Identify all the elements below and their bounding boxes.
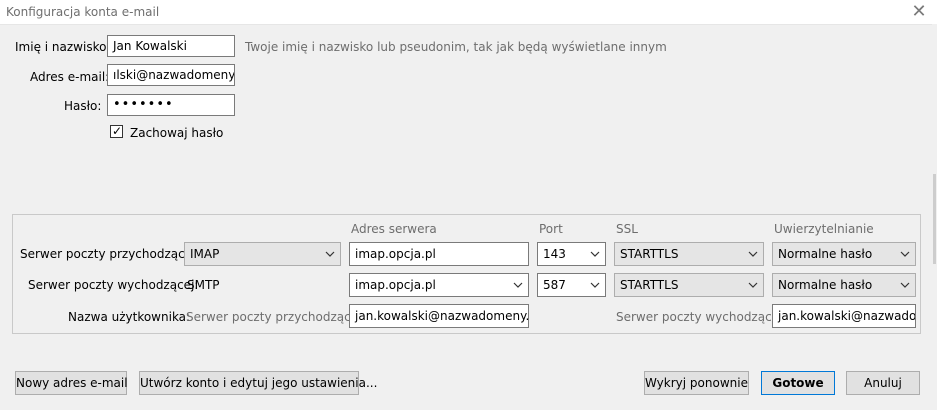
name-hint: Twoje imię i nazwisko lub pseudonim, tak… (245, 40, 667, 54)
chevron-down-icon (513, 282, 523, 288)
outgoing-ssl-select[interactable]: STARTTLS (614, 273, 764, 297)
chevron-down-icon (590, 282, 600, 288)
outgoing-auth-value: Normalne hasło (778, 278, 873, 292)
chevron-down-icon (748, 251, 758, 257)
create-and-edit-account-button[interactable]: Utwórz konto i edytuj jego ustawienia... (139, 371, 377, 395)
scrollbar-thumb[interactable] (933, 174, 936, 264)
incoming-port-value: 143 (543, 247, 566, 261)
incoming-port-input[interactable]: 143 (537, 242, 606, 266)
outgoing-server-label: Serwer poczty wychodzącej: (28, 278, 199, 292)
outgoing-host-input[interactable]: imap.opcja.pl (349, 273, 529, 297)
column-header-auth: Uwierzytelnianie (774, 222, 874, 236)
title-bar: Konfiguracja konta e-mail ✕ (0, 0, 937, 25)
username-outgoing-input[interactable]: jan.kowalski@nazwadomeny.pl (772, 304, 916, 328)
chevron-down-icon (325, 251, 335, 257)
outgoing-ssl-value: STARTTLS (620, 278, 679, 292)
name-input[interactable]: Jan Kowalski (107, 35, 235, 57)
email-input[interactable]: ılski@nazwadomeny.pl (107, 64, 235, 86)
username-incoming-label: Serwer poczty przychodzącej: (186, 310, 366, 324)
column-header-address: Adres serwera (351, 222, 437, 236)
username-outgoing-label: Serwer poczty wychodzącej: (616, 310, 787, 324)
close-icon[interactable]: ✕ (909, 2, 929, 22)
incoming-protocol-select[interactable]: IMAP (184, 242, 341, 266)
chevron-down-icon (900, 282, 910, 288)
outgoing-port-input[interactable]: 587 (537, 273, 606, 297)
outgoing-host-value: imap.opcja.pl (355, 278, 436, 292)
outgoing-auth-select[interactable]: Normalne hasło (772, 273, 916, 297)
incoming-auth-value: Normalne hasło (778, 247, 873, 261)
redetect-button[interactable]: Wykryj ponownie (644, 371, 749, 395)
password-input[interactable]: ••••••• (107, 94, 235, 116)
incoming-protocol-value: IMAP (190, 247, 220, 261)
new-email-address-button[interactable]: Nowy adres e-mail (15, 371, 128, 395)
cancel-button[interactable]: Anuluj (846, 371, 920, 395)
chevron-down-icon (900, 251, 910, 257)
username-incoming-input[interactable]: jan.kowalski@nazwadomeny.pl (349, 304, 529, 328)
incoming-ssl-value: STARTTLS (620, 247, 679, 261)
password-label: Hasło: (64, 99, 102, 113)
checkmark-icon: ✓ (112, 124, 123, 138)
email-label: Adres e-mail: (30, 70, 110, 84)
chevron-down-icon (748, 282, 758, 288)
outgoing-port-value: 587 (543, 278, 566, 292)
incoming-host-input[interactable]: imap.opcja.pl (349, 242, 529, 266)
remember-password-checkbox[interactable]: ✓ (110, 124, 123, 138)
incoming-server-label: Serwer poczty przychodzącej: (20, 247, 200, 261)
column-header-port: Port (539, 222, 563, 236)
column-header-ssl: SSL (616, 222, 638, 236)
chevron-down-icon (590, 251, 600, 257)
remember-password-label[interactable]: Zachowaj hasło (130, 126, 223, 140)
window-title: Konfiguracja konta e-mail (6, 5, 160, 19)
incoming-auth-select[interactable]: Normalne hasło (772, 242, 916, 266)
scrollbar[interactable] (932, 24, 937, 410)
username-label: Nazwa użytkownika: (68, 310, 191, 324)
outgoing-protocol: SMTP (187, 278, 220, 292)
name-label: Imię i nazwisko: (15, 40, 111, 54)
incoming-ssl-select[interactable]: STARTTLS (614, 242, 764, 266)
done-button[interactable]: Gotowe (761, 371, 835, 395)
